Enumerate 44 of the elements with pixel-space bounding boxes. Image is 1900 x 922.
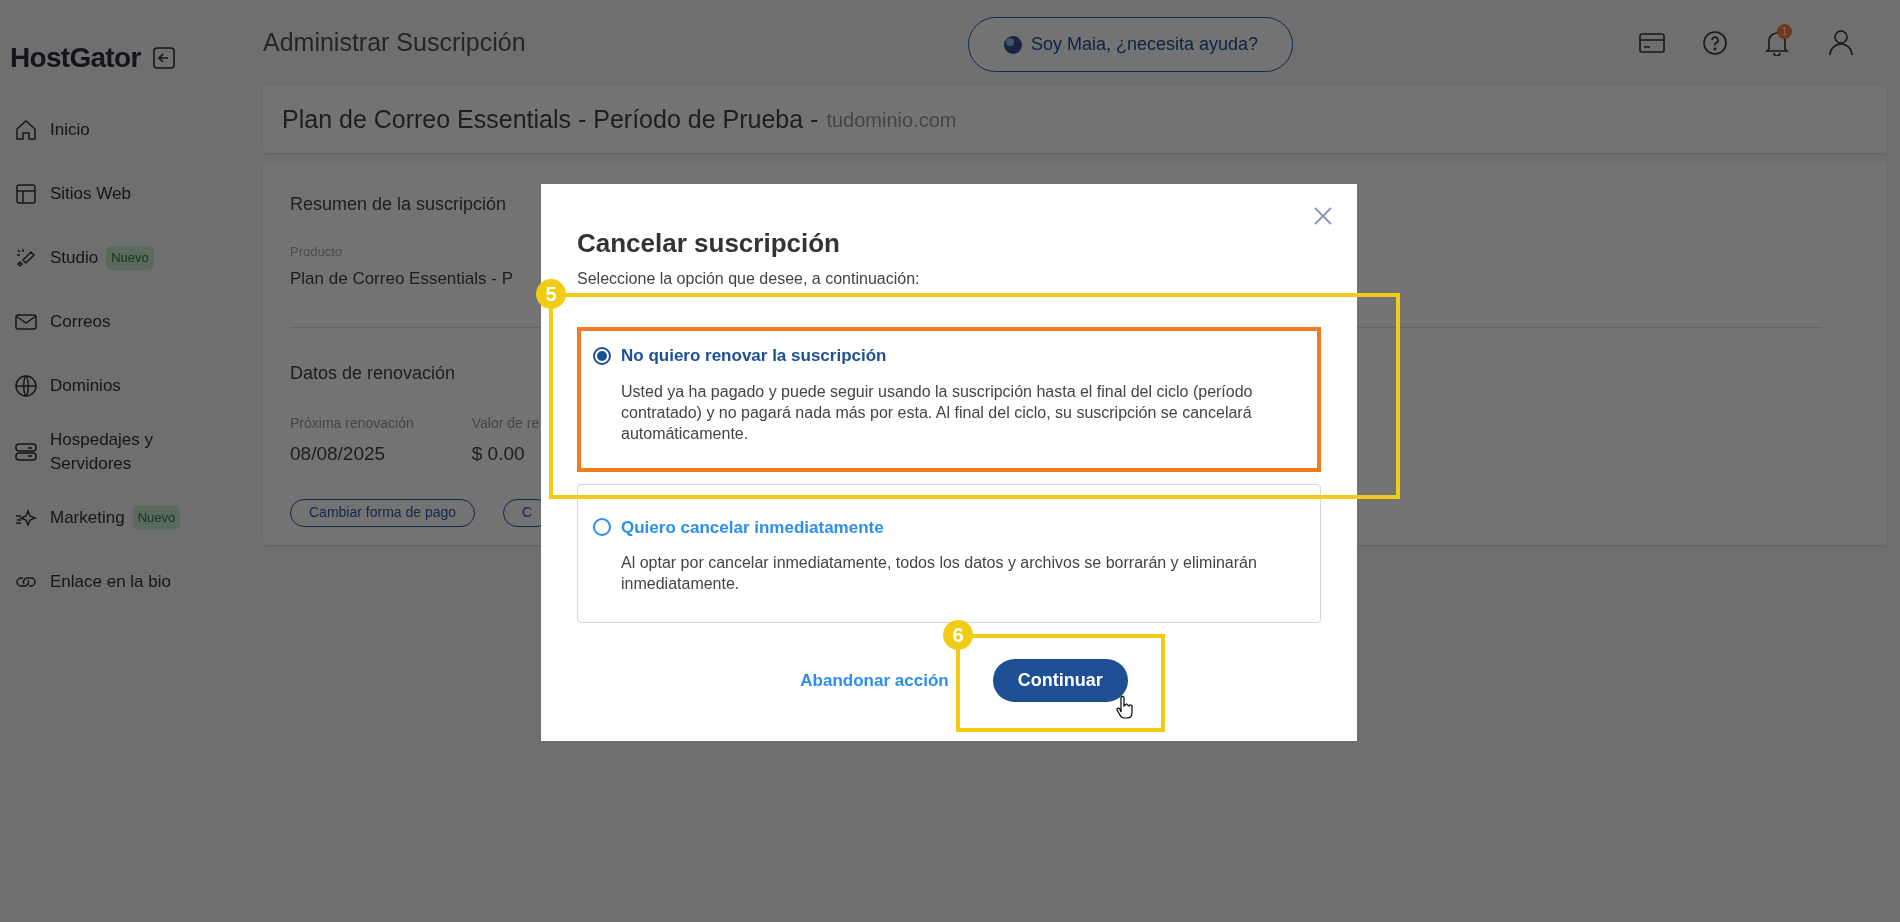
page-title: Administrar Suscripción (263, 27, 526, 59)
field-value: Plan de Correo Essentials - P (290, 267, 513, 290)
continue-button[interactable]: Continuar (992, 659, 1128, 702)
close-icon[interactable] (1314, 207, 1332, 225)
layout-icon (14, 182, 38, 206)
hand-cursor-icon (1116, 696, 1134, 720)
modal-title: Cancelar suscripción (577, 227, 840, 260)
option-title: Quiero cancelar inmediatamente (621, 516, 884, 539)
collapse-icon[interactable] (152, 47, 175, 69)
field-value: $ 0.00 (471, 442, 525, 466)
field-value: 08/08/2025 (290, 442, 386, 466)
sidebar-item[interactable]: Studio Nuevo (14, 226, 250, 290)
new-badge: Nuevo (106, 246, 154, 270)
new-badge: Nuevo (132, 506, 181, 530)
assistant-avatar-icon (1002, 34, 1023, 55)
modal-subtitle: Seleccione la opción que desee, a continuación: (577, 269, 920, 289)
abandon-link[interactable]: Abandonar acción (800, 667, 949, 694)
sidebar-item[interactable]: Sitios Web (14, 162, 250, 226)
notification-count: 1 (1777, 24, 1792, 39)
section-title: Datos de renovación (290, 362, 456, 385)
assistant-button[interactable]: Soy Maia, ¿necesita ayuda? (968, 17, 1293, 72)
radio-button[interactable] (593, 346, 611, 365)
user-icon[interactable] (1829, 30, 1853, 56)
server-icon (14, 440, 38, 464)
help-icon[interactable] (1703, 31, 1727, 55)
credit-card-icon[interactable] (1639, 33, 1665, 53)
radio-button[interactable] (593, 518, 611, 537)
option-card[interactable]: Quiero cancelar inmediatamente Al optar por cancelar inmediatamente, todos los datos y archivos se borrarán y eliminarán inmediatamente. (577, 483, 1321, 623)
plan-title: Plan de Correo Essentials - Período de Prueba - (282, 103, 819, 135)
sidebar-item[interactable]: Inicio (14, 98, 250, 162)
sidebar-item[interactable]: Correos (14, 290, 250, 354)
logo: HostGator (10, 41, 141, 75)
home-icon (14, 118, 38, 142)
sidebar-item[interactable]: Hospedajes y Servidores (14, 418, 250, 486)
option-title: No quiero renovar la suscripción (621, 345, 887, 367)
sidebar-item[interactable]: Enlace en la bio (14, 550, 250, 614)
section-title: Resumen de la suscripción (290, 193, 507, 216)
sidebar-item[interactable]: Marketing Nuevo (14, 486, 250, 550)
option-description: Usted ya ha pagado y puede seguir usando la suscripción hasta el final del ciclo (período contratado) y no pagará nada más por esta. Al final del ciclo, su suscripción se cancelará automáticamente. (621, 381, 1254, 444)
globe-icon (14, 374, 38, 398)
option-description: Al optar por cancelar inmediatamente, todos los datos y archivos se borrarán y eliminarán inmediatamente. (621, 553, 1258, 594)
wand-icon (14, 246, 38, 270)
option-card[interactable] (577, 327, 1321, 472)
sidebar-item[interactable]: Dominios (14, 354, 250, 418)
